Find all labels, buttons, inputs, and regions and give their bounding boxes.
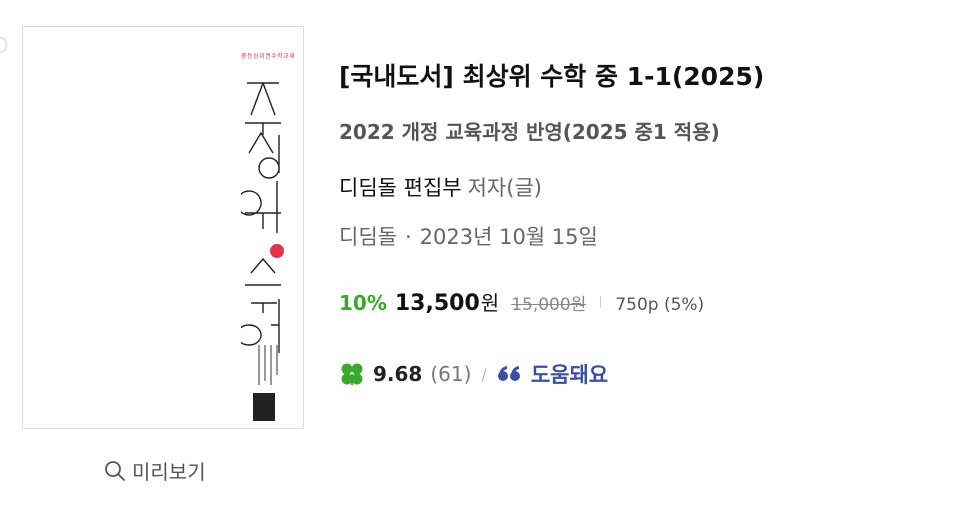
author-line: 디딤돌 편집부 저자(글) [339, 172, 542, 202]
book-title[interactable]: [국내도서] 최상위 수학 중 1-1(2025) [339, 57, 764, 93]
book-category: [국내도서] [339, 62, 454, 91]
clover-icon [341, 363, 363, 385]
author-name[interactable]: 디딤돌 편집부 [339, 176, 462, 200]
author-role: 저자(글) [467, 176, 542, 200]
publish-date: 2023년 10월 15일 [419, 225, 598, 249]
currency-unit: 원 [480, 291, 500, 315]
book-title-text: 최상위 수학 중 1-1(2025) [462, 62, 765, 91]
helpful-link[interactable]: 도움돼요 [531, 359, 608, 389]
publisher-name[interactable]: 디딤돌 [339, 225, 397, 249]
discount-rate: 10% [339, 291, 387, 315]
price-line: 10% 13,500 원 15,000원 750p (5%) [339, 287, 704, 316]
sale-price: 13,500 [394, 291, 480, 316]
preview-label: 미리보기 [132, 460, 206, 484]
rating-line: 9.68 (61) / 도움돼요 [339, 359, 608, 389]
reward-points: 750p (5%) [615, 295, 705, 315]
preview-button[interactable]: 미리보기 [104, 456, 206, 485]
cover-publisher-logo [253, 393, 275, 421]
publisher-line: 디딤돌 · 2023년 10월 15일 [339, 221, 598, 251]
review-count[interactable]: (61) [430, 362, 471, 386]
search-icon [105, 460, 125, 481]
price-divider [600, 295, 602, 308]
book-cover[interactable]: 중등상위권수학교재 [22, 26, 304, 429]
quote-icon [497, 366, 520, 381]
book-subtitle: 2022 개정 교육과정 반영(2025 중1 적용) [339, 120, 720, 144]
cover-tagline: 중등상위권수학교재 [241, 53, 296, 60]
rating-score: 9.68 [373, 362, 423, 386]
carousel-edge-indicator [0, 37, 7, 53]
original-price: 15,000원 [511, 295, 587, 315]
publisher-separator: · [404, 225, 412, 249]
rating-separator: / [481, 364, 487, 384]
cover-title-art [241, 82, 284, 353]
